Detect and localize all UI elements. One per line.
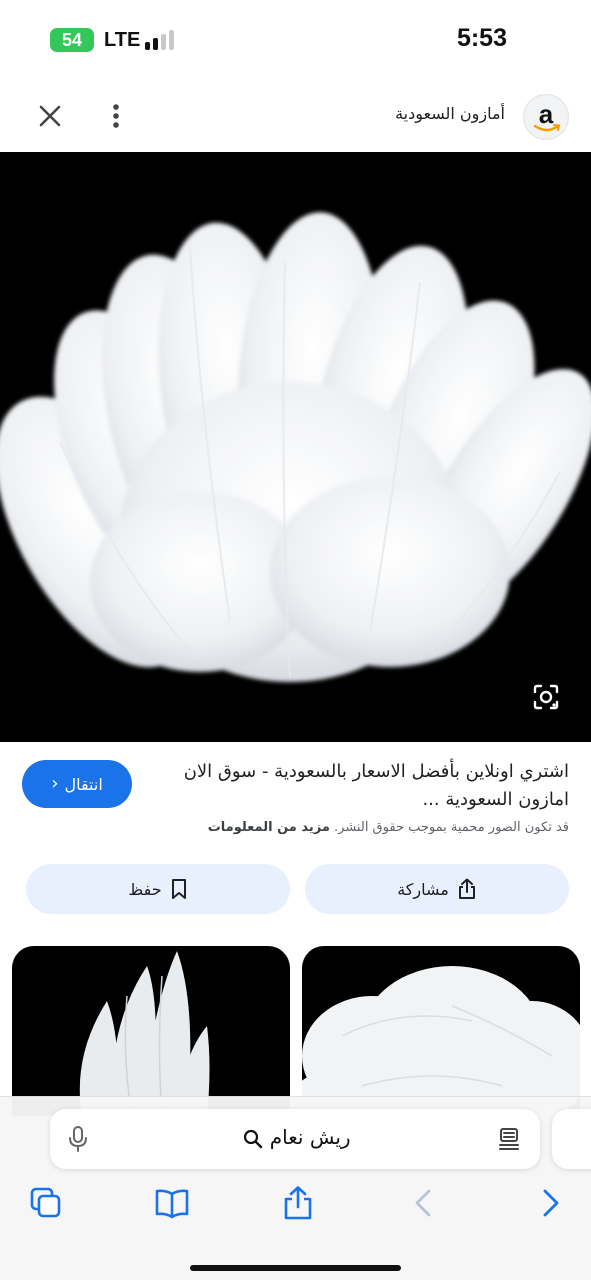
more-vert-icon	[113, 104, 119, 128]
site-favicon[interactable]: a	[523, 94, 569, 140]
feathers-image	[0, 212, 591, 682]
search-icon	[244, 1129, 263, 1148]
copyright-notice: قد تكون الصور محمية بموجب حقوق النشر. مز…	[208, 820, 569, 835]
close-button[interactable]	[34, 100, 66, 132]
address-bar[interactable]: ريش نعام	[50, 1109, 540, 1169]
share-button[interactable]: مشاركة	[305, 864, 569, 914]
browser-toolbar: ريش نعام	[0, 1096, 591, 1280]
share-page-icon[interactable]	[280, 1185, 316, 1221]
battery-level: 54	[61, 30, 83, 50]
home-indicator	[190, 1265, 401, 1271]
status-time: 5:53	[456, 24, 507, 52]
related-image[interactable]	[302, 946, 580, 1116]
bookmarks-icon[interactable]	[154, 1185, 190, 1221]
save-label: حفظ	[128, 879, 162, 899]
image-viewer-header: أمازون السعودية a	[0, 86, 591, 148]
main-image[interactable]	[0, 152, 591, 742]
result-title[interactable]: اشتري اونلاين بأفضل الاسعار بالسعودية - …	[149, 758, 569, 814]
more-options-button[interactable]	[104, 100, 128, 132]
copyright-text: قد تكون الصور محمية بموجب حقوق النشر.	[334, 820, 569, 835]
close-icon	[39, 105, 61, 127]
tabs-icon[interactable]	[28, 1185, 64, 1221]
search-query[interactable]: ريش نعام	[50, 1125, 540, 1149]
next-tab-preview[interactable]	[552, 1109, 591, 1169]
visual-search-button[interactable]	[531, 682, 561, 712]
back-icon[interactable]	[406, 1185, 442, 1221]
bookmark-icon	[171, 879, 186, 899]
battery-indicator: 54	[50, 28, 94, 52]
more-info-link[interactable]: مزيد من المعلومات	[208, 820, 330, 835]
share-label: مشاركة	[397, 879, 449, 899]
related-image[interactable]	[12, 946, 290, 1116]
amazon-smile-icon	[533, 124, 561, 132]
search-query-text: ريش نعام	[269, 1125, 351, 1149]
network-type: LTE	[104, 29, 141, 51]
status-bar: 54 LTE 5:53	[0, 0, 591, 80]
save-button[interactable]: حفظ	[26, 864, 290, 914]
feathers-thumbnail	[79, 951, 210, 1116]
source-site-name[interactable]: أمازون السعودية	[395, 104, 505, 123]
visit-label: انتقال	[64, 774, 103, 794]
lens-icon	[533, 684, 559, 710]
visit-button[interactable]: انتقال ‹	[22, 760, 132, 808]
signal-icon	[145, 30, 177, 50]
chevron-left-icon: ‹	[51, 773, 59, 794]
share-icon	[458, 878, 475, 899]
feathers-thumbnail	[302, 966, 580, 1116]
forward-icon[interactable]	[532, 1185, 568, 1221]
reader-mode-icon[interactable]	[498, 1127, 520, 1151]
